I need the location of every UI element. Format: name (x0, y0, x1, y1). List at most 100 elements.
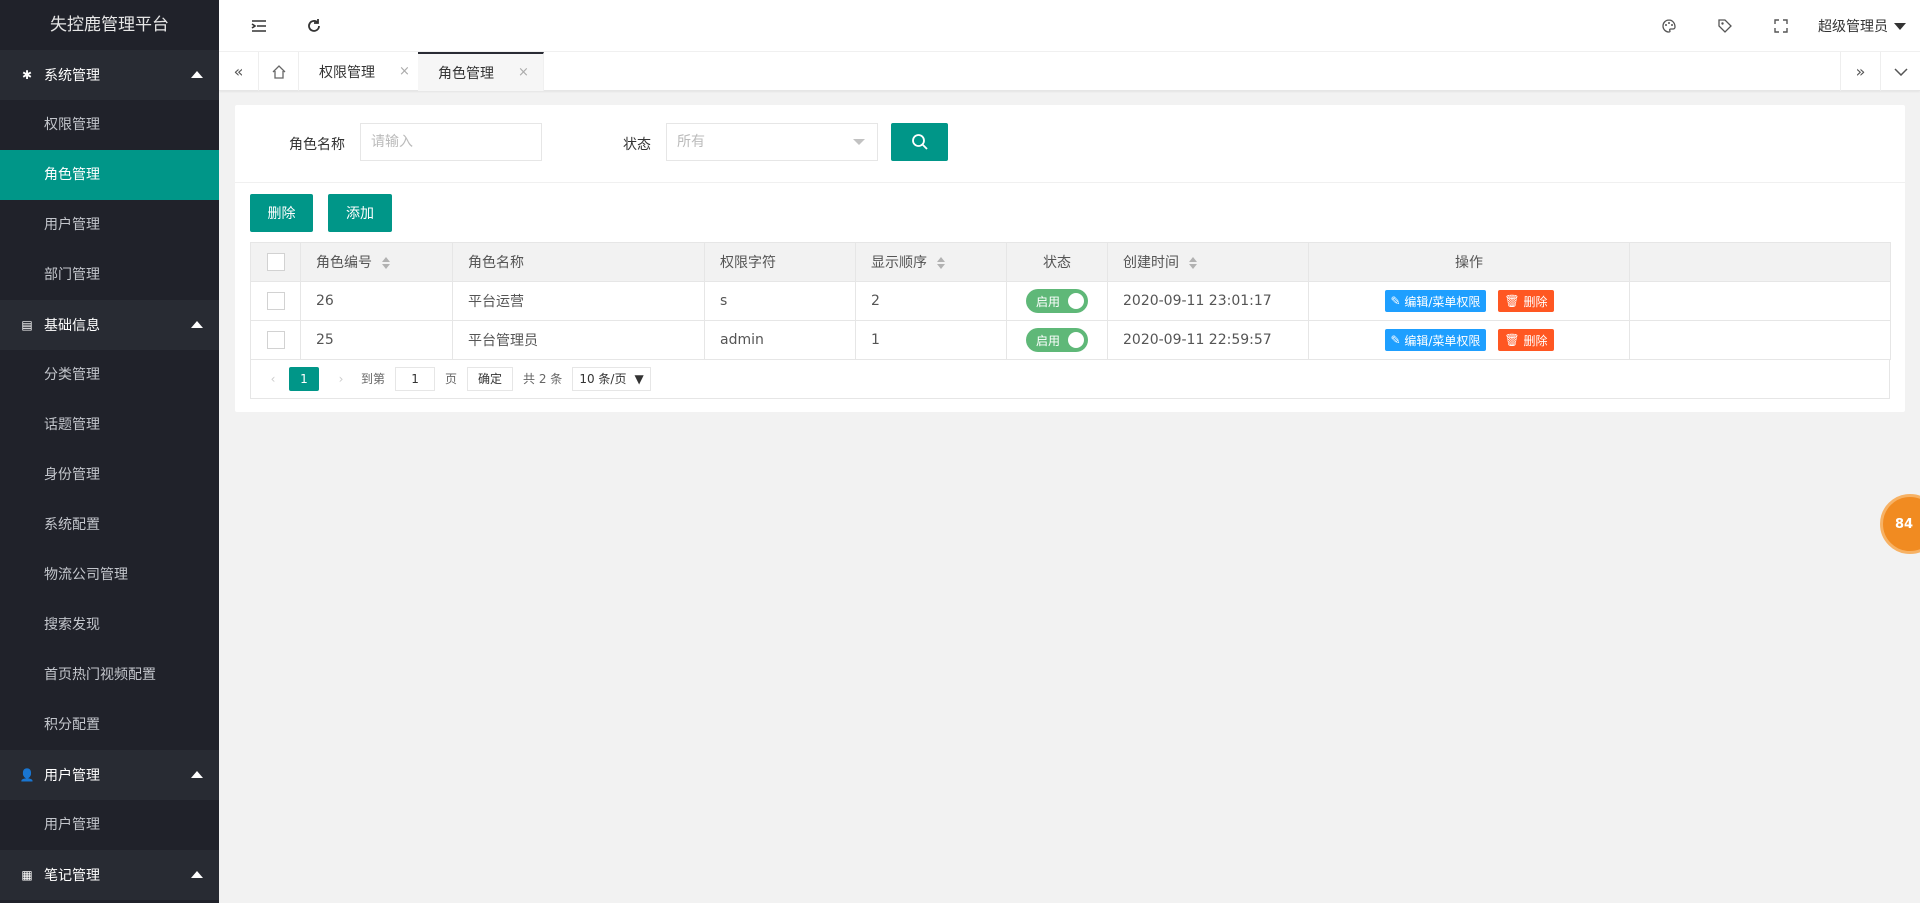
search-form: 角色名称 请输入 状态 所有 (235, 105, 1905, 183)
page-1[interactable]: 1 (289, 366, 319, 391)
theme-palette-icon[interactable] (1659, 16, 1679, 36)
sidebar-item-logistics[interactable]: 物流公司管理 (0, 550, 219, 600)
page-size-select[interactable]: 10 条/页 ▼ (572, 366, 651, 391)
cell-actions: ✎ 编辑/菜单权限 🗑 删除 (1308, 320, 1630, 360)
role-name-label: 角色名称 (289, 137, 345, 153)
sort-icon[interactable] (937, 257, 945, 269)
row-select[interactable] (250, 281, 301, 321)
caret-down-icon: ▼ (634, 371, 644, 386)
sort-icon[interactable] (382, 257, 390, 269)
column-header-status: 状态 (1006, 242, 1108, 282)
cell-order: 2 (855, 281, 1007, 321)
column-header-order[interactable]: 显示顺序 (855, 242, 1007, 282)
add-button[interactable]: 添加 (328, 194, 392, 232)
sidebar-group-user-management[interactable]: 👤 用户管理 (0, 750, 219, 800)
home-icon[interactable] (259, 52, 299, 91)
user-icon: 👤 (19, 768, 35, 782)
sidebar-item-search-discovery[interactable]: 搜索发现 (0, 600, 219, 650)
sidebar-item-users[interactable]: 用户管理 (0, 200, 219, 250)
cell-id: 25 (300, 320, 453, 360)
column-header-id[interactable]: 角色编号 (300, 242, 453, 282)
sidebar-item-departments[interactable]: 部门管理 (0, 250, 219, 300)
page-jump-confirm-button[interactable]: 确定 (467, 366, 514, 391)
prev-page-icon[interactable]: ‹ (263, 367, 283, 391)
user-menu[interactable]: 超级管理员 (1818, 16, 1906, 36)
menu-collapse-icon[interactable] (249, 16, 269, 36)
cell-actions: ✎ 编辑/菜单权限 🗑 删除 (1308, 281, 1630, 321)
sidebar-group-system[interactable]: ✱ 系统管理 (0, 50, 219, 100)
sidebar-item-identities[interactable]: 身份管理 (0, 450, 219, 500)
tab-roles[interactable]: 角色管理 × (418, 52, 544, 91)
cell-id: 26 (300, 281, 453, 321)
status-select[interactable]: 所有 (666, 123, 878, 161)
table-row: 26 平台运营 s 2 启用 2020-09-11 23:01:17 ✎ 编辑/… (250, 281, 1891, 321)
page-jump-input[interactable]: 1 (395, 366, 436, 391)
delete-button[interactable]: 删除 (250, 194, 313, 232)
search-button[interactable] (891, 123, 948, 161)
status-select-value: 所有 (677, 134, 705, 150)
sidebar-group-label: 系统管理 (44, 68, 100, 84)
checkbox[interactable] (266, 292, 285, 310)
status-label: 状态 (623, 137, 651, 153)
fullscreen-icon[interactable] (1771, 16, 1791, 36)
cell-status: 启用 (1006, 281, 1108, 321)
sidebar-group-label: 用户管理 (44, 768, 100, 784)
header-select-all[interactable] (250, 242, 301, 282)
close-icon[interactable]: × (399, 64, 410, 79)
tab-label: 权限管理 (319, 64, 375, 81)
sidebar-item-permissions[interactable]: 权限管理 (0, 100, 219, 150)
checkbox[interactable] (266, 331, 285, 349)
role-name-input[interactable]: 请输入 (360, 123, 542, 161)
caret-up-icon (191, 871, 203, 878)
floating-badge[interactable]: 84 (1880, 494, 1920, 554)
tag-icon[interactable] (1715, 16, 1735, 36)
cell-blank (1629, 320, 1891, 360)
tabs-scroll-left-icon[interactable]: « (219, 52, 259, 91)
delete-row-button[interactable]: 🗑 删除 (1498, 290, 1554, 312)
caret-up-icon (191, 771, 203, 778)
sidebar-item-user-management[interactable]: 用户管理 (0, 800, 219, 850)
pencil-icon: ✎ (1390, 333, 1405, 347)
app-logo-title: 失控鹿管理平台 (0, 0, 219, 50)
sidebar-item-topics[interactable]: 话题管理 (0, 400, 219, 450)
tab-bar: « 权限管理 × 角色管理 × » (219, 52, 1920, 91)
next-page-icon[interactable]: › (331, 367, 351, 391)
table-row: 25 平台管理员 admin 1 启用 2020-09-11 22:59:57 … (250, 320, 1891, 360)
row-select[interactable] (250, 320, 301, 360)
tab-permissions[interactable]: 权限管理 × (299, 52, 425, 91)
column-header-key: 权限字符 (704, 242, 856, 282)
tabs-scroll-right-icon[interactable]: » (1840, 52, 1880, 91)
pagination: ‹ 1 › 到第 1 页 确定 共 2 条 10 条/页 ▼ (250, 359, 1890, 399)
sidebar-group-label: 笔记管理 (44, 868, 100, 884)
sidebar-item-categories[interactable]: 分类管理 (0, 350, 219, 400)
sidebar-group-notes[interactable]: ▦ 笔记管理 (0, 850, 219, 900)
column-header-created[interactable]: 创建时间 (1107, 242, 1309, 282)
cell-name: 平台管理员 (452, 320, 705, 360)
cell-created: 2020-09-11 22:59:57 (1107, 320, 1309, 360)
sidebar-group-basic-info[interactable]: ▤ 基础信息 (0, 300, 219, 350)
status-toggle[interactable]: 启用 (1026, 289, 1088, 313)
status-toggle[interactable]: 启用 (1026, 328, 1088, 352)
delete-row-button[interactable]: 🗑 删除 (1498, 329, 1554, 351)
sidebar-item-roles[interactable]: 角色管理 (0, 150, 219, 200)
note-icon: ▦ (21, 868, 33, 882)
close-icon[interactable]: × (518, 65, 529, 80)
cell-key: admin (704, 320, 856, 360)
chevron-down-icon[interactable] (1880, 52, 1920, 91)
sidebar: 失控鹿管理平台 ✱ 系统管理 权限管理 角色管理 用户管理 部门管理 ▤ 基础信… (0, 0, 219, 903)
refresh-icon[interactable] (304, 16, 324, 36)
sidebar-group-label: 基础信息 (44, 318, 100, 334)
user-name: 超级管理员 (1818, 19, 1888, 35)
sidebar-item-system-config[interactable]: 系统配置 (0, 500, 219, 550)
trash-icon: 🗑 (1504, 333, 1524, 347)
top-header: 超级管理员 (219, 0, 1920, 52)
sidebar-item-hot-video-config[interactable]: 首页热门视频配置 (0, 650, 219, 700)
sort-icon[interactable] (1189, 257, 1197, 269)
column-header-actions: 操作 (1308, 242, 1630, 282)
cell-name: 平台运营 (452, 281, 705, 321)
checkbox[interactable] (266, 253, 285, 271)
cell-created: 2020-09-11 23:01:17 (1107, 281, 1309, 321)
edit-permissions-button[interactable]: ✎ 编辑/菜单权限 (1384, 290, 1487, 312)
edit-permissions-button[interactable]: ✎ 编辑/菜单权限 (1384, 329, 1487, 351)
sidebar-item-points-config[interactable]: 积分配置 (0, 700, 219, 750)
